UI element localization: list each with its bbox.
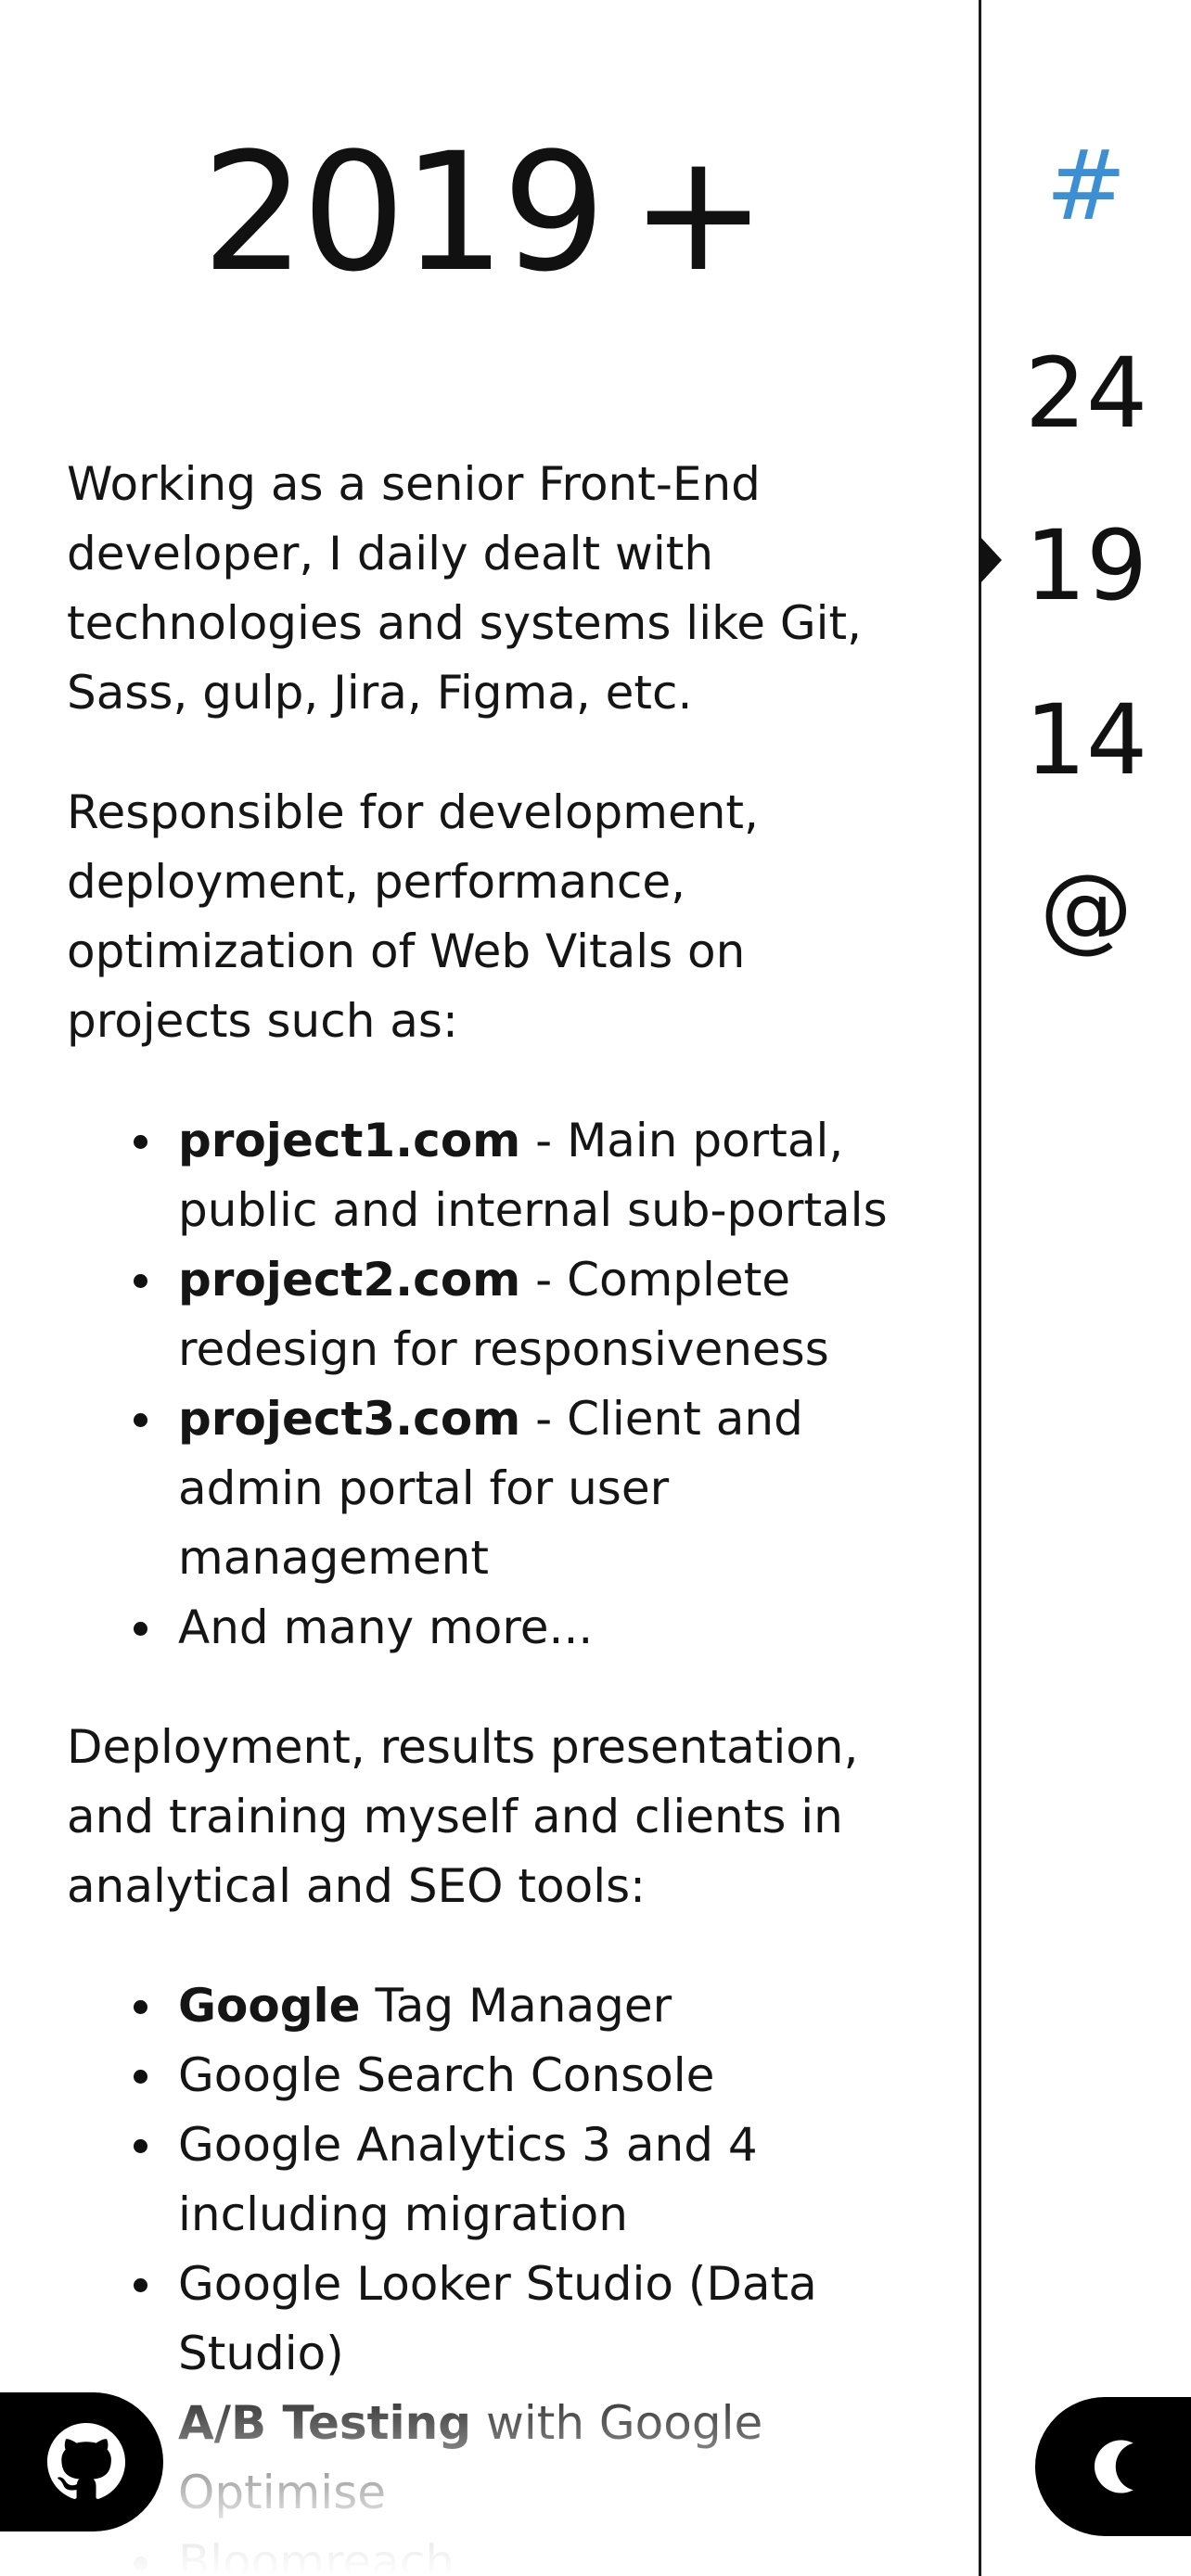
theme-toggle-button[interactable]	[1035, 2397, 1191, 2536]
project-name: project2.com	[178, 1253, 521, 1307]
tool-text: Google Looker Studio (Data Studio)	[178, 2257, 817, 2380]
main-content: 2019 + Working as a senior Front-End deve…	[0, 0, 980, 2576]
responsibility-paragraph: Responsible for development, deployment,…	[67, 785, 759, 1048]
tool-text: Google Search Console	[178, 2048, 715, 2102]
projects-list: project1.com - Main portal, public and i…	[67, 1106, 902, 1663]
project-name: project3.com	[178, 1392, 521, 1446]
section-body: Working as a senior Front-End developer,…	[67, 450, 902, 2576]
list-item: A/B Testing with Google Optimise	[134, 2389, 902, 2528]
github-button[interactable]	[0, 2392, 163, 2531]
tool-bold: Google	[178, 1979, 361, 2033]
project-name: project1.com	[178, 1114, 521, 1167]
tools-paragraph: Deployment, results presentation, and tr…	[67, 1720, 859, 1913]
section-nav: # 24 19 14 @	[981, 0, 1191, 2576]
list-item: Google Search Console	[134, 2041, 902, 2111]
tools-list: Google Tag Manager Google Search Console…	[67, 1971, 902, 2576]
list-item: Google Looker Studio (Data Studio)	[134, 2250, 902, 2389]
tool-text: Google Analytics 3 and 4 including migra…	[178, 2118, 758, 2241]
github-icon	[47, 2423, 125, 2499]
year-text: 2019	[201, 118, 606, 308]
list-item: Google Analytics 3 and 4 including migra…	[134, 2111, 902, 2250]
moon-icon	[1095, 2440, 1133, 2493]
nav-item-24[interactable]: 24	[981, 338, 1191, 449]
year-plus: +	[630, 118, 766, 308]
section-year-heading: 2019 +	[0, 121, 965, 306]
tool-text: Tag Manager	[360, 1979, 672, 2033]
intro-paragraph: Working as a senior Front-End developer,…	[67, 457, 863, 720]
tool-bold: A/B Testing	[178, 2396, 472, 2450]
nav-item-19[interactable]: 19	[981, 510, 1191, 621]
list-item: And many more...	[134, 1593, 902, 1663]
list-item: Bloomreach	[134, 2528, 902, 2576]
list-item: project1.com - Main portal, public and i…	[134, 1106, 902, 1245]
nav-item-contact[interactable]: @	[981, 853, 1191, 964]
list-item: Google Tag Manager	[134, 1971, 902, 2041]
list-item: project3.com - Client and admin portal f…	[134, 1384, 902, 1593]
tool-text: Bloomreach	[178, 2535, 455, 2576]
nav-item-top[interactable]: #	[981, 130, 1191, 241]
project-desc: And many more...	[178, 1600, 594, 1654]
nav-item-14[interactable]: 14	[981, 684, 1191, 796]
list-item: project2.com - Complete redesign for res…	[134, 1245, 902, 1384]
